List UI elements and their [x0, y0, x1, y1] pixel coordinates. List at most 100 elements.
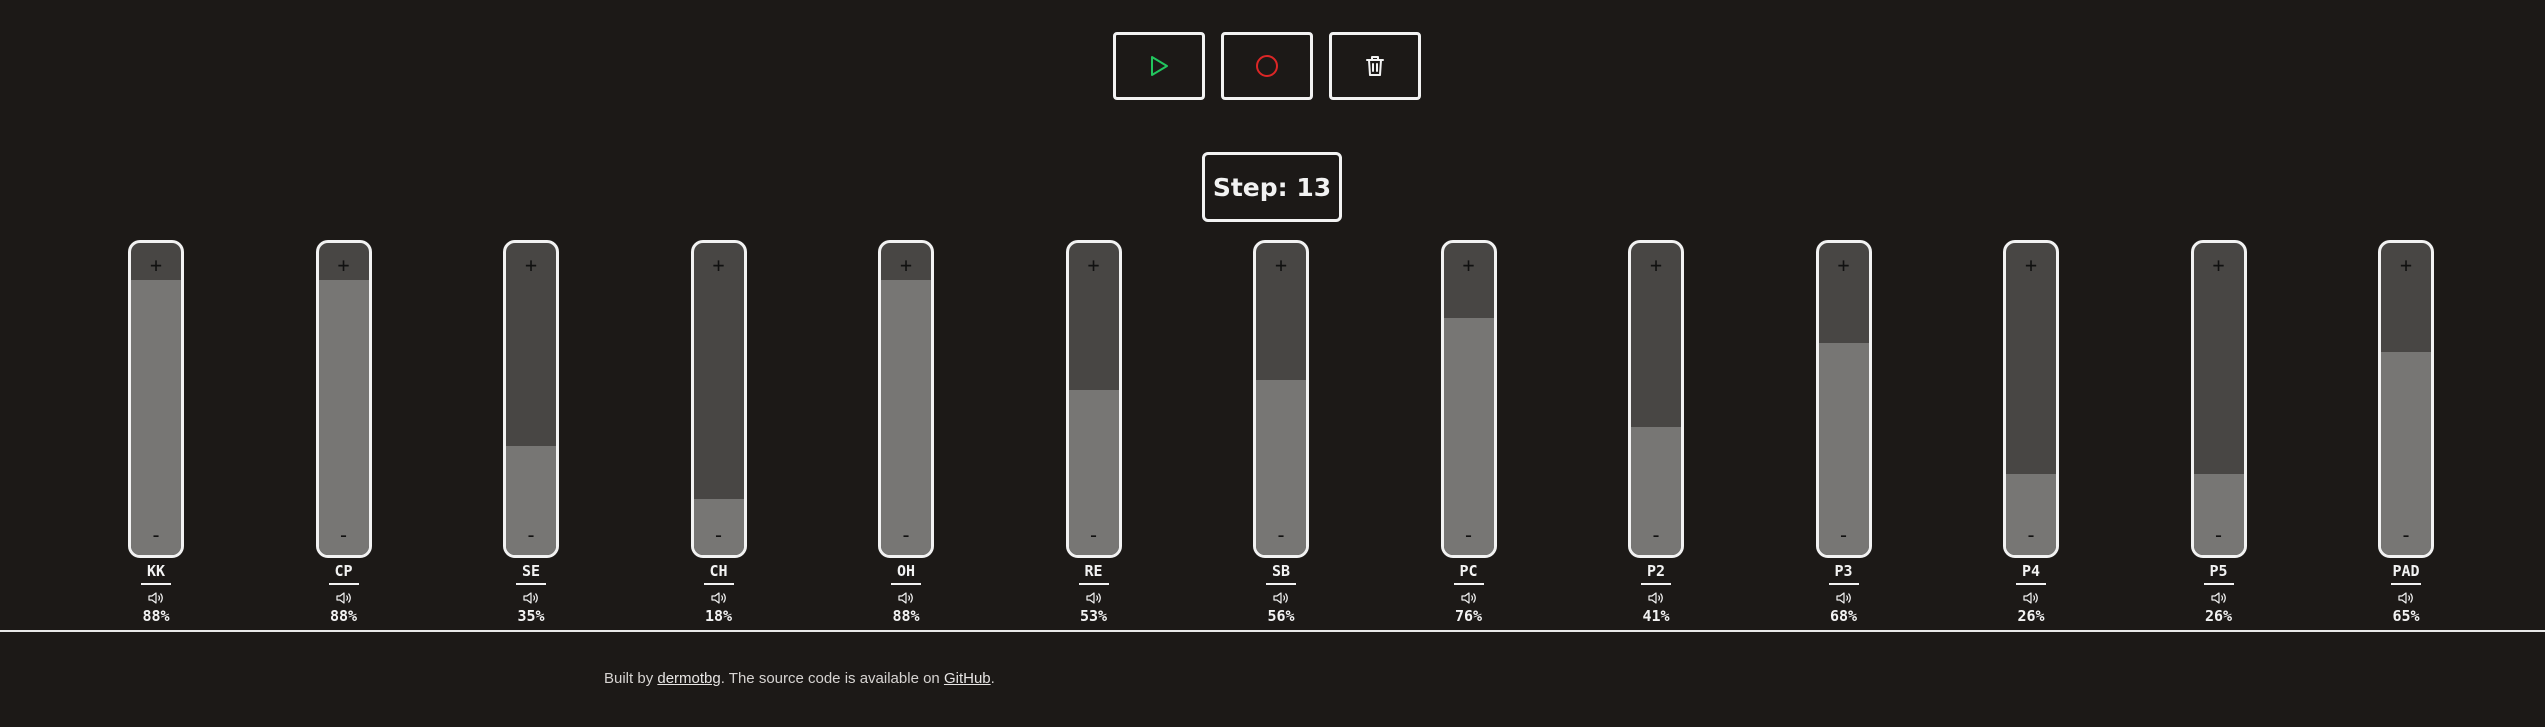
speaker-icon[interactable] — [1460, 590, 1477, 604]
volume-up-button[interactable]: + — [881, 255, 931, 275]
volume-percent: 56% — [1267, 607, 1295, 625]
volume-fader[interactable]: + - — [503, 240, 559, 558]
volume-percent: 53% — [1079, 607, 1108, 625]
label-underline — [328, 583, 359, 585]
volume-up-button[interactable]: + — [1444, 255, 1494, 275]
volume-fader[interactable]: + - — [2003, 240, 2059, 558]
volume-fill — [318, 280, 369, 555]
volume-fader[interactable]: + - — [1253, 240, 1309, 558]
volume-up-button[interactable]: + — [131, 255, 181, 275]
volume-down-button[interactable]: - — [131, 525, 181, 545]
volume-up-button[interactable]: + — [1631, 255, 1681, 275]
play-button[interactable] — [1113, 32, 1205, 100]
record-icon — [1256, 55, 1278, 77]
speaker-icon[interactable] — [2398, 590, 2414, 604]
volume-fader[interactable]: + - — [2190, 240, 2247, 558]
volume-fader[interactable]: + - — [690, 240, 747, 558]
volume-down-button[interactable]: - — [1631, 525, 1681, 545]
volume-percent: 68% — [1829, 607, 1858, 625]
label-underline — [516, 583, 546, 585]
label-underline — [891, 583, 921, 585]
channel-label: PAD — [2392, 562, 2420, 580]
volume-down-button[interactable]: - — [506, 525, 556, 545]
speaker-icon[interactable] — [148, 590, 164, 604]
volume-up-button[interactable]: + — [2006, 255, 2056, 275]
volume-fader[interactable]: + - — [878, 240, 934, 558]
volume-fill — [131, 280, 181, 555]
label-underline — [141, 583, 171, 585]
channel-label: SB — [1271, 562, 1291, 580]
volume-down-button[interactable]: - — [1069, 525, 1119, 545]
volume-fader[interactable]: + - — [1440, 240, 1497, 558]
channel-label: P3 — [1834, 562, 1853, 580]
volume-up-button[interactable]: + — [694, 255, 744, 275]
channel-label: P5 — [2209, 562, 2228, 580]
volume-up-button[interactable]: + — [1256, 255, 1306, 275]
speaker-icon[interactable] — [2210, 590, 2227, 604]
volume-up-button[interactable]: + — [506, 255, 556, 275]
author-link[interactable]: dermotbg — [657, 670, 720, 687]
record-button[interactable] — [1221, 32, 1313, 100]
volume-down-button[interactable]: - — [1819, 525, 1869, 545]
volume-fader[interactable]: + - — [128, 240, 184, 558]
volume-percent: 41% — [1642, 607, 1670, 625]
volume-fader[interactable]: + - — [1065, 240, 1122, 558]
label-underline — [1078, 583, 1109, 585]
speaker-icon[interactable] — [335, 590, 352, 604]
volume-down-button[interactable]: - — [1256, 525, 1306, 545]
label-underline — [1641, 583, 1671, 585]
volume-percent: 26% — [2204, 607, 2233, 625]
footer-divider — [0, 630, 2545, 632]
volume-down-button[interactable]: - — [881, 525, 931, 545]
volume-down-button[interactable]: - — [694, 525, 744, 545]
label-underline — [1453, 583, 1484, 585]
channel-label: P2 — [1646, 562, 1666, 580]
speaker-icon[interactable] — [1085, 590, 1102, 604]
speaker-icon[interactable] — [1835, 590, 1852, 604]
github-link[interactable]: GitHub — [944, 670, 991, 687]
speaker-icon[interactable] — [898, 590, 914, 604]
speaker-icon[interactable] — [1648, 590, 1664, 604]
volume-fader[interactable]: + - — [2378, 240, 2434, 558]
step-counter: Step: 13 — [1202, 152, 1342, 222]
channel-label: CP — [334, 562, 353, 580]
volume-fader[interactable]: + - — [1815, 240, 1872, 558]
footer: Built by dermotbg. The source code is av… — [604, 670, 995, 687]
volume-up-button[interactable]: + — [1069, 255, 1119, 275]
channel-label: SE — [521, 562, 541, 580]
label-underline — [703, 583, 734, 585]
volume-up-button[interactable]: + — [1819, 255, 1869, 275]
label-underline — [2203, 583, 2234, 585]
volume-percent: 35% — [517, 607, 545, 625]
volume-percent: 26% — [2017, 607, 2045, 625]
label-underline — [1828, 583, 1859, 585]
volume-down-button[interactable]: - — [2006, 525, 2056, 545]
channel-label: OH — [896, 562, 916, 580]
footer-prefix: Built by — [604, 670, 658, 687]
speaker-icon[interactable] — [1273, 590, 1289, 604]
volume-percent: 88% — [142, 607, 170, 625]
volume-up-button[interactable]: + — [319, 255, 369, 275]
volume-percent: 88% — [329, 607, 358, 625]
volume-fader[interactable]: + - — [315, 240, 372, 558]
trash-icon — [1366, 56, 1384, 76]
speaker-icon[interactable] — [710, 590, 727, 604]
channel-label: P4 — [2021, 562, 2041, 580]
volume-down-button[interactable]: - — [2381, 525, 2431, 545]
volume-up-button[interactable]: + — [2194, 255, 2244, 275]
volume-down-button[interactable]: - — [319, 525, 369, 545]
play-icon — [1151, 56, 1168, 76]
volume-fill — [1443, 318, 1494, 555]
volume-down-button[interactable]: - — [1444, 525, 1494, 545]
volume-fill — [881, 280, 931, 555]
volume-percent: 88% — [892, 607, 920, 625]
footer-suffix: . — [990, 670, 995, 687]
speaker-icon[interactable] — [523, 590, 539, 604]
volume-fader[interactable]: + - — [1628, 240, 1684, 558]
clear-button[interactable] — [1329, 32, 1421, 100]
channel-label: RE — [1084, 562, 1103, 580]
speaker-icon[interactable] — [2023, 590, 2039, 604]
channel-label: CH — [709, 562, 728, 580]
volume-down-button[interactable]: - — [2194, 525, 2244, 545]
volume-up-button[interactable]: + — [2381, 255, 2431, 275]
